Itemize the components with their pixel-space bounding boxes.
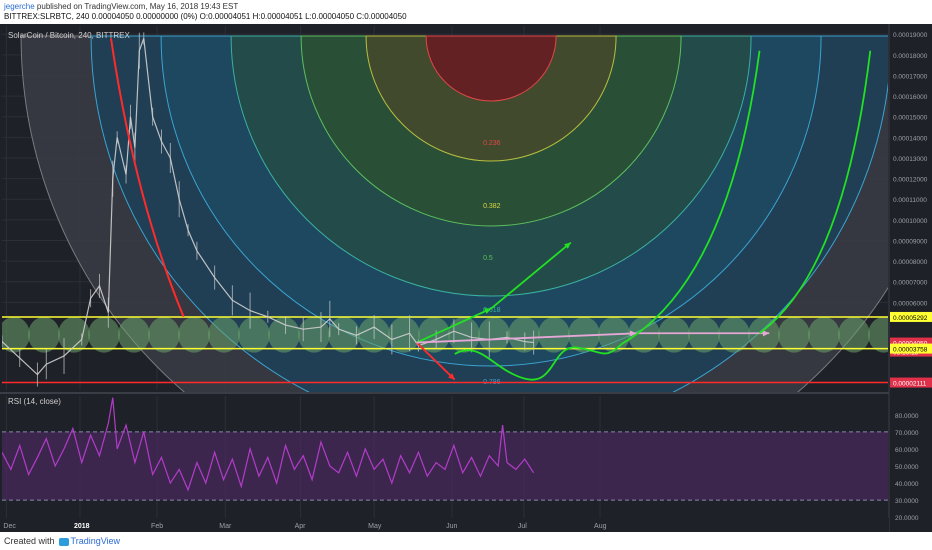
bubble-shape xyxy=(718,316,750,353)
x-axis-panel xyxy=(0,518,889,532)
x-tick-label: 2018 xyxy=(74,523,90,530)
y-tick-label: 0.00016000 xyxy=(893,94,928,101)
publisher-line: jegerche published on TradingView.com, M… xyxy=(4,2,238,11)
bubble-shape xyxy=(808,316,840,353)
rsi-tick-label: 40.0000 xyxy=(895,481,919,488)
x-tick-label: Jun xyxy=(446,523,457,530)
y-tick-label: 0.00006000 xyxy=(893,300,928,307)
tradingview-logo-icon xyxy=(58,537,69,546)
bubble-shape xyxy=(268,316,300,353)
bubble-shape xyxy=(478,316,510,353)
bubble-shape xyxy=(658,316,690,353)
footer-credit: Created with TradingView xyxy=(4,536,120,546)
y-tick-label: 0.00010000 xyxy=(893,218,928,225)
bubble-shape xyxy=(778,316,810,353)
x-tick-label: Dec xyxy=(3,523,16,530)
rsi-tick-label: 60.0000 xyxy=(895,447,919,454)
rsi-tick-label: 80.0000 xyxy=(895,413,919,420)
y-tick-label: 0.00013000 xyxy=(893,156,928,163)
x-tick-label: Jul xyxy=(518,523,527,530)
footer: Created with TradingView xyxy=(0,532,932,550)
created-with-text: Created with xyxy=(4,536,55,546)
fib-level-label: 0.5 xyxy=(483,255,493,262)
rsi-tick-label: 70.0000 xyxy=(895,430,919,437)
published-text: published on TradingView.com, May 16, 20… xyxy=(36,2,239,11)
price-label: 0.00003758 xyxy=(893,347,928,354)
rsi-tick-label: 50.0000 xyxy=(895,464,919,471)
ohlc-line: BITTREX:SLRBTC, 240 0.00004050 0.0000000… xyxy=(4,12,407,21)
bubble-shape xyxy=(178,316,210,353)
y-tick-label: 0.00007000 xyxy=(893,280,928,287)
rsi-tick-label: 30.0000 xyxy=(895,498,919,505)
bubble-shape xyxy=(538,316,570,353)
bubble-shape xyxy=(508,316,540,353)
x-tick-label: Feb xyxy=(151,523,163,530)
rsi-tick-label: 20.0000 xyxy=(895,515,919,522)
y-tick-label: 0.00018000 xyxy=(893,53,928,60)
chart-canvas[interactable]: 0.2360.3820.50.6180.786 SolarCoin / Bitc… xyxy=(0,24,932,532)
rsi-title: RSI (14, close) xyxy=(8,397,61,406)
fib-level-label: 0.236 xyxy=(483,140,501,147)
rsi-band xyxy=(2,431,888,501)
bubble-shape xyxy=(688,316,720,353)
bubble-shape xyxy=(238,316,270,353)
bubble-shape xyxy=(28,316,60,353)
chart-area[interactable]: 0.236 0.382 0.5 0.618 0.786 SolarCoin / Bitc… xyxy=(0,24,932,532)
bubble-shape xyxy=(148,316,180,353)
bubble-shape xyxy=(208,316,240,353)
y-tick-label: 0.00019000 xyxy=(893,32,928,39)
price-label: 0.00005292 xyxy=(893,315,928,322)
author-link[interactable]: jegerche xyxy=(4,2,35,11)
fib-level-label: 0.382 xyxy=(483,203,501,210)
tradingview-brand-link[interactable]: TradingView xyxy=(71,536,121,546)
y-tick-label: 0.00008000 xyxy=(893,259,928,266)
y-tick-label: 0.00015000 xyxy=(893,115,928,122)
y-tick-label: 0.00011000 xyxy=(893,197,927,204)
y-tick-label: 0.00014000 xyxy=(893,135,928,142)
y-tick-label: 0.00009000 xyxy=(893,238,928,245)
bubble-shape xyxy=(838,316,870,353)
x-tick-label: Aug xyxy=(594,523,607,530)
bubble-shape xyxy=(88,316,120,353)
chart-header: jegerche published on TradingView.com, M… xyxy=(0,0,932,24)
x-tick-label: Apr xyxy=(295,523,307,530)
price-label: 0.00002111 xyxy=(893,381,927,388)
bubble-shape xyxy=(118,316,150,353)
y-tick-label: 0.00017000 xyxy=(893,73,928,80)
y-tick-label: 0.00012000 xyxy=(893,177,928,184)
chart-title: SolarCoin / Bitcoin, 240, BITTREX xyxy=(8,31,130,40)
x-tick-label: Mar xyxy=(219,523,232,530)
x-tick-label: May xyxy=(368,523,382,530)
